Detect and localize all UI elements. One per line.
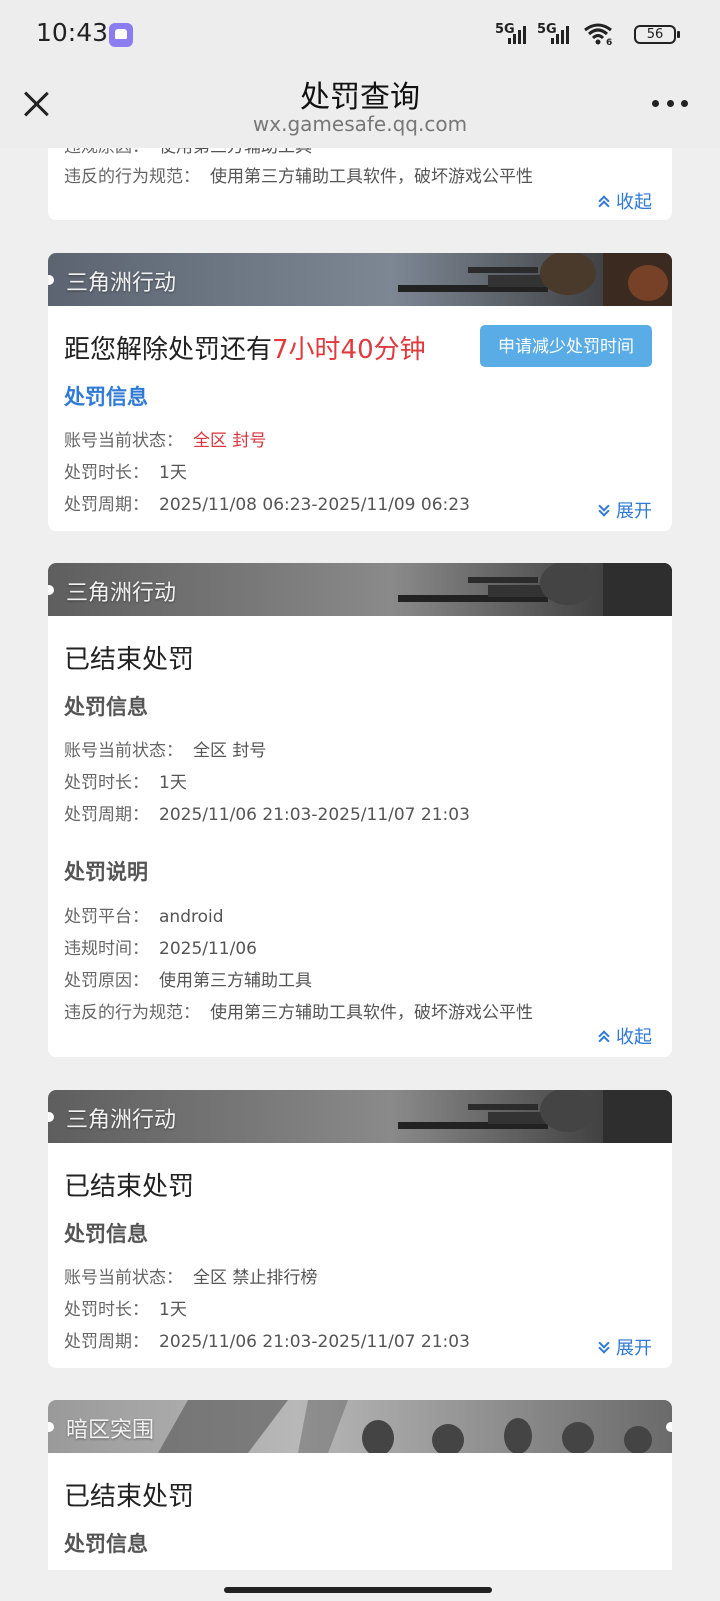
game-name: 三角洲行动 (66, 271, 177, 296)
more-button[interactable] (652, 100, 688, 110)
wifi-sub-label: 6 (606, 38, 613, 48)
page-title: 处罚查询 (300, 80, 420, 115)
info-title: 处罚信息 (64, 385, 148, 409)
home-indicator[interactable] (224, 1587, 492, 1593)
chevron-down-icon (598, 504, 610, 516)
rule-row: 违反的行为规范： 使用第三方辅助工具软件，破坏游戏公平性 (64, 167, 533, 187)
period-row: 处罚周期： 2025/11/08 06:23-2025/11/09 06:23 (64, 495, 470, 515)
collapse-toggle[interactable]: 收起 (598, 188, 652, 214)
info-title: 处罚信息 (64, 1532, 148, 1556)
penalty-card-3: 三角洲行动 已结束处罚 处罚信息 账号当前状态： 全区 禁止排行榜 处罚时长： 1天… (48, 1090, 672, 1368)
battery-icon: 56 (634, 25, 680, 44)
reason-row: 处罚原因： 使用第三方辅助工具 (64, 971, 312, 991)
status-bar: 10:43 5G 5G 6 56 (0, 0, 720, 68)
apply-reduce-button[interactable]: 申请减少处罚时间 (480, 325, 652, 367)
penalty-card-4: 暗区突围 已结束处罚 处罚信息 (48, 1400, 672, 1570)
violation-time-row: 违规时间： 2025/11/06 (64, 939, 257, 959)
penalty-card-2: 三角洲行动 已结束处罚 处罚信息 账号当前状态： 全区 封号 处罚时长： 1天 处罚… (48, 563, 672, 1057)
status-time: 10:43 (36, 18, 109, 47)
penalty-card-1: 三角洲行动 距您解除处罚还有7小时40分钟 申请减少处罚时间 处罚信息 账号当前… (48, 253, 672, 531)
info-title: 处罚信息 (64, 695, 148, 719)
description-title: 处罚说明 (64, 860, 148, 884)
page-domain: wx.gamesafe.qq.com (252, 112, 468, 136)
duration-row: 处罚时长： 1天 (64, 463, 187, 483)
game-name: 三角洲行动 (66, 1108, 177, 1133)
game-name: 暗区突围 (66, 1418, 155, 1443)
status-row: 账号当前状态： 全区 禁止排行榜 (64, 1268, 318, 1288)
game-name: 三角洲行动 (66, 581, 177, 606)
duration-row: 处罚时长： 1天 (64, 773, 187, 793)
expand-toggle[interactable]: 展开 (598, 497, 652, 523)
game-banner: 三角洲行动 (48, 1090, 672, 1143)
rule-row: 违反的行为规范： 使用第三方辅助工具软件，破坏游戏公平性 (64, 1003, 533, 1023)
app-notification-icon (109, 23, 133, 47)
remaining-time-headline: 距您解除处罚还有7小时40分钟 (64, 335, 426, 365)
remaining-time: 7小时40分钟 (272, 335, 426, 365)
chevron-up-icon (598, 1030, 610, 1042)
chevron-down-icon (598, 1341, 610, 1353)
info-title: 处罚信息 (64, 1222, 148, 1246)
chevron-up-icon (598, 195, 610, 207)
game-banner: 三角洲行动 (48, 563, 672, 616)
period-row: 处罚周期： 2025/11/06 21:03-2025/11/07 21:03 (64, 805, 470, 825)
signal-icon (508, 24, 526, 44)
signal-icon-2 (551, 24, 569, 44)
game-banner: 暗区突围 (48, 1400, 672, 1453)
collapse-toggle[interactable]: 收起 (598, 1023, 652, 1049)
period-row: 处罚周期： 2025/11/06 21:03-2025/11/07 21:03 (64, 1332, 470, 1352)
ended-headline: 已结束处罚 (64, 1482, 195, 1512)
status-row: 账号当前状态： 全区 封号 (64, 741, 267, 761)
nav-bar: 处罚查询 wx.gamesafe.qq.com (0, 68, 720, 148)
duration-row: 处罚时长： 1天 (64, 1300, 187, 1320)
game-banner: 三角洲行动 (48, 253, 672, 306)
expand-toggle[interactable]: 展开 (598, 1334, 652, 1360)
platform-row: 处罚平台： android (64, 907, 224, 927)
bottom-bar (0, 1570, 720, 1601)
status-row: 账号当前状态： 全区 封号 (64, 431, 267, 451)
ended-headline: 已结束处罚 (64, 645, 195, 675)
ended-headline: 已结束处罚 (64, 1172, 195, 1202)
